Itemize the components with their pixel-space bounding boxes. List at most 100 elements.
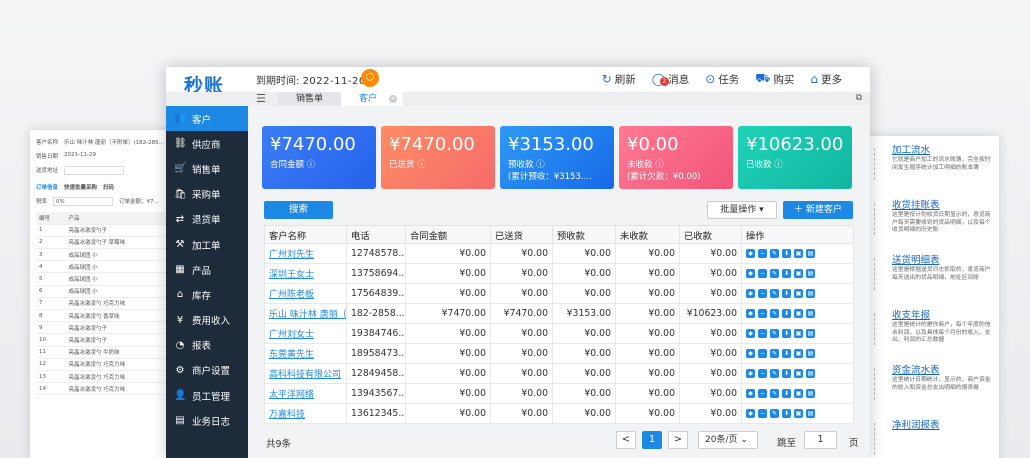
minus-icon[interactable]: − <box>758 289 767 298</box>
action-task[interactable]: ⊙ 任务 <box>705 71 739 87</box>
edit-icon[interactable]: ✎ <box>770 289 779 298</box>
download-icon[interactable]: ⬇ <box>782 269 791 278</box>
minus-icon[interactable]: − <box>758 329 767 338</box>
download-icon[interactable]: ⬇ <box>782 289 791 298</box>
tab-customer[interactable]: 客户 × <box>341 92 404 106</box>
archive-icon[interactable]: ▤ <box>806 389 815 398</box>
sidebar-item-customer[interactable]: 👥 客户 <box>166 106 248 132</box>
cart-icon[interactable]: ▣ <box>794 329 803 338</box>
customer-name-link[interactable]: 东莞黄先生 <box>264 343 347 364</box>
archive-icon[interactable]: ▤ <box>806 249 815 258</box>
minus-icon[interactable]: − <box>758 269 767 278</box>
report-title-link[interactable]: 净利润报表 <box>892 419 991 432</box>
download-icon[interactable]: ⬇ <box>782 409 791 418</box>
cart-icon[interactable]: ▣ <box>794 389 803 398</box>
tag-icon[interactable]: ◆ <box>746 309 755 318</box>
customer-name-link[interactable]: 深圳王女士 <box>264 263 347 284</box>
next-page-button[interactable]: > <box>668 431 688 449</box>
stat-card[interactable]: ¥7470.00 合同金额 ⓘ <box>262 126 376 189</box>
tag-icon[interactable]: ◆ <box>746 289 755 298</box>
download-icon[interactable]: ⬇ <box>782 249 791 258</box>
download-icon[interactable]: ⬇ <box>782 329 791 338</box>
report-title-link[interactable]: 收支年报 <box>892 309 991 322</box>
archive-icon[interactable]: ▤ <box>806 369 815 378</box>
stat-card[interactable]: ¥10623.00 已收款 ⓘ <box>738 126 852 189</box>
stat-card[interactable]: ¥7470.00 已送货 ⓘ <box>381 126 495 189</box>
cart-icon[interactable]: ▣ <box>794 369 803 378</box>
search-button[interactable]: 搜索 <box>264 201 333 219</box>
sidebar-item-expense[interactable]: ¥ 费用收入 <box>166 308 248 333</box>
tab-sales-order[interactable]: 销售单 <box>278 92 342 106</box>
cart-icon[interactable]: ▣ <box>794 409 803 418</box>
minus-icon[interactable]: − <box>758 369 767 378</box>
download-icon[interactable]: ⬇ <box>782 309 791 318</box>
tag-icon[interactable]: ◆ <box>746 329 755 338</box>
tag-icon[interactable]: ◆ <box>746 409 755 418</box>
report-title-link[interactable]: 资金流水表 <box>892 364 991 377</box>
page-1-button[interactable]: 1 <box>642 431 662 449</box>
download-icon[interactable]: ⬇ <box>782 349 791 358</box>
minus-icon[interactable]: − <box>758 349 767 358</box>
report-title-link[interactable]: 送货明细表 <box>892 254 991 267</box>
sidebar-item-stock[interactable]: ⌂ 库存 <box>166 282 248 307</box>
renew-icon[interactable]: ⬡ <box>361 69 379 87</box>
action-message[interactable]: ◯ 2 消息 <box>652 71 689 87</box>
edit-icon[interactable]: ✎ <box>770 389 779 398</box>
close-tab-icon[interactable]: × <box>389 95 398 103</box>
tag-icon[interactable]: ◆ <box>746 249 755 258</box>
customer-name-link[interactable]: 乐山 味汁林 唐丽（ <box>264 303 347 324</box>
sidebar-item-return[interactable]: ⇄ 退货单 <box>166 207 248 232</box>
archive-icon[interactable]: ▤ <box>806 329 815 338</box>
tag-icon[interactable]: ◆ <box>746 369 755 378</box>
jump-page-input[interactable]: 1 <box>804 431 837 449</box>
prev-page-button[interactable]: < <box>616 431 636 449</box>
page-size-select[interactable]: 20条/页 ⌄ <box>698 431 758 449</box>
sidebar-item-supplier[interactable]: ⛓ 供应商 <box>166 131 248 156</box>
tag-icon[interactable]: ◆ <box>746 389 755 398</box>
cart-icon[interactable]: ▣ <box>794 309 803 318</box>
tag-icon[interactable]: ◆ <box>746 269 755 278</box>
edit-icon[interactable]: ✎ <box>770 349 779 358</box>
archive-icon[interactable]: ▤ <box>806 269 815 278</box>
edit-icon[interactable]: ✎ <box>770 369 779 378</box>
sidebar-item-purchase[interactable]: 🛍 采购单 <box>166 182 248 207</box>
window-restore-icon[interactable]: ⧉ <box>856 93 862 103</box>
edit-icon[interactable]: ✎ <box>770 329 779 338</box>
report-title-link[interactable]: 加工流水 <box>892 144 991 157</box>
tag-icon[interactable]: ◆ <box>746 349 755 358</box>
edit-icon[interactable]: ✎ <box>770 409 779 418</box>
menu-toggle-icon[interactable]: ☰ <box>256 93 266 104</box>
archive-icon[interactable]: ▤ <box>806 349 815 358</box>
edit-icon[interactable]: ✎ <box>770 269 779 278</box>
download-icon[interactable]: ⬇ <box>782 369 791 378</box>
download-icon[interactable]: ⬇ <box>782 389 791 398</box>
sidebar-item-report[interactable]: ◔ 报表 <box>166 333 248 358</box>
minus-icon[interactable]: − <box>758 389 767 398</box>
cart-icon[interactable]: ▣ <box>794 289 803 298</box>
sidebar-item-process[interactable]: ⚒ 加工单 <box>166 232 248 257</box>
batch-operation-button[interactable]: 批量操作 ▾ <box>707 201 777 219</box>
cart-icon[interactable]: ▣ <box>794 269 803 278</box>
sidebar-item-settings[interactable]: ⚙ 商户设置 <box>166 358 248 383</box>
customer-name-link[interactable]: 万嘉科技 <box>264 403 347 424</box>
action-cart[interactable]: ⛟ 购买 <box>755 71 794 87</box>
customer-name-link[interactable]: 广州刘女士 <box>264 323 347 344</box>
stat-card[interactable]: ¥3153.00 预收款 ⓘ (累计预收：¥3153.... <box>500 126 614 189</box>
stat-card[interactable]: ¥0.00 未收款 ⓘ (累计欠款：¥0.00) <box>619 126 733 189</box>
cart-icon[interactable]: ▣ <box>794 349 803 358</box>
edit-icon[interactable]: ✎ <box>770 309 779 318</box>
sidebar-item-product[interactable]: ▦ 产品 <box>166 257 248 282</box>
add-customer-button[interactable]: ＋ 新建客户 <box>783 201 853 219</box>
sidebar-item-log[interactable]: ▤ 业务日志 <box>166 408 248 433</box>
customer-name-link[interactable]: 高科科技有限公司 <box>264 363 347 384</box>
customer-name-link[interactable]: 广州陈老板 <box>264 283 347 304</box>
action-refresh[interactable]: ↻ 刷新 <box>602 71 636 87</box>
action-more[interactable]: ⌂ 更多 <box>810 71 842 87</box>
archive-icon[interactable]: ▤ <box>806 409 815 418</box>
minus-icon[interactable]: − <box>758 249 767 258</box>
archive-icon[interactable]: ▤ <box>806 289 815 298</box>
minus-icon[interactable]: − <box>758 409 767 418</box>
customer-name-link[interactable]: 广州刘先生 <box>264 243 347 264</box>
cart-icon[interactable]: ▣ <box>794 249 803 258</box>
report-title-link[interactable]: 收货挂账表 <box>892 199 991 212</box>
